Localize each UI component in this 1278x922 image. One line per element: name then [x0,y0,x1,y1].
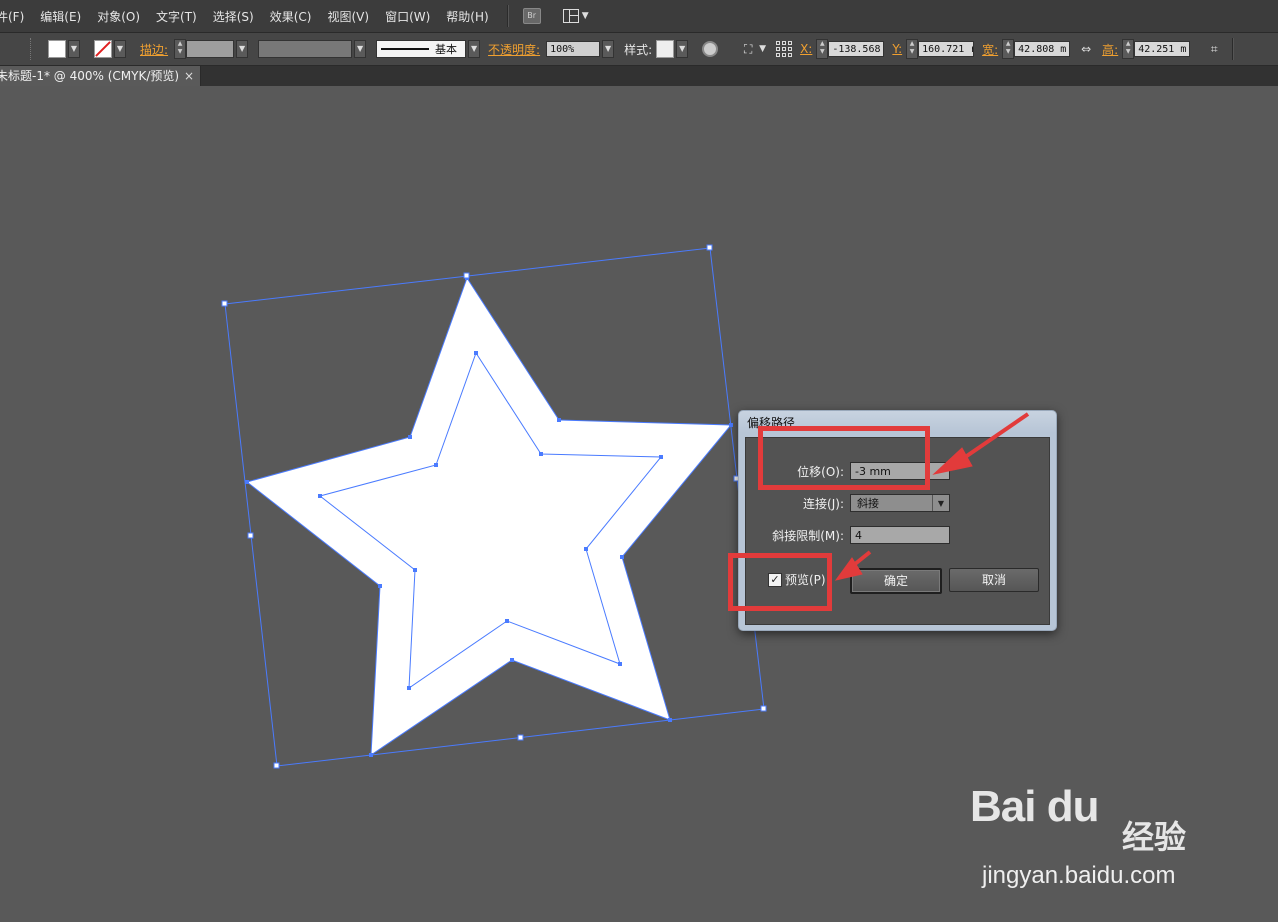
baidu-logo: Bai du [970,782,1099,831]
arrow-to-offset-head [932,447,973,475]
watermark-url: jingyan.baidu.com [982,862,1176,889]
arrow-to-offset-line [956,412,1030,464]
baidu-jingyan-watermark: Bai du 经验 jingyan.baidu.com [970,782,1220,892]
jingyan-text: 经验 [1122,818,1187,856]
